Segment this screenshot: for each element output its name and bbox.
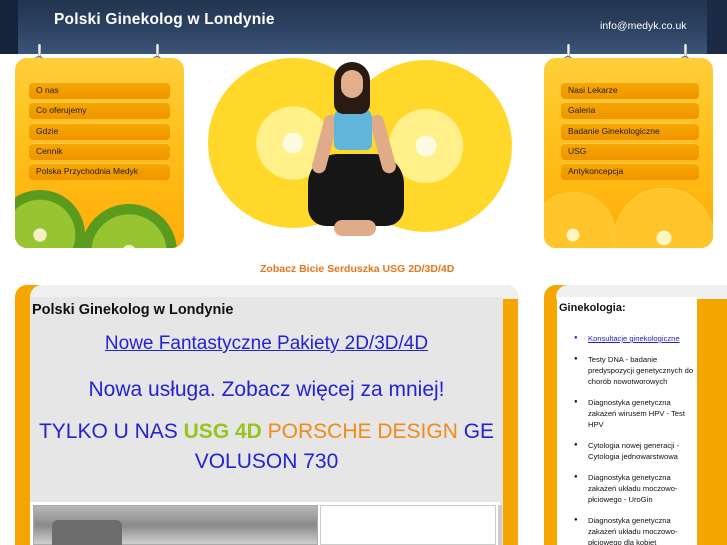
orange-image	[544, 192, 616, 248]
left-menu-panel: O nas Co oferujemy Gdzie Cennik Polska P…	[15, 58, 184, 248]
hero-caption-link[interactable]: Zobacz Bicie Serduszka USG 2D/3D/4D	[260, 263, 454, 275]
thumbnail-blank	[320, 505, 496, 545]
menu-item-badanie[interactable]: Badanie Ginekologiczne	[561, 122, 699, 140]
sidebar-item-urogin[interactable]: Diagnostyka genetyczna zakażeń układu mo…	[570, 472, 700, 505]
sidebar-title: Ginekologia:	[559, 302, 626, 314]
sidebar-item-cytologia[interactable]: Cytologia nowej generacji - Cytologia je…	[570, 440, 700, 462]
menu-item-cennik[interactable]: Cennik	[29, 142, 170, 160]
menu-item-gdzie[interactable]: Gdzie	[29, 122, 170, 140]
sidebar-item-konsultacje[interactable]: Konsultacje ginekologiczne	[570, 333, 700, 344]
promo-porsche: PORSCHE DESIGN	[261, 420, 458, 443]
sidebar-item-testy-dna[interactable]: Testy DNA - badanie predyspozycji genety…	[570, 354, 700, 387]
menu-item-lekarze[interactable]: Nasi Lekarze	[561, 82, 699, 99]
page-title: Polski Ginekolog w Londynie	[32, 302, 234, 318]
orange-image	[614, 188, 713, 248]
ultrasound-photo[interactable]	[33, 505, 318, 545]
thumbnail-edge	[498, 505, 502, 545]
menu-item-o-nas[interactable]: O nas	[29, 82, 170, 99]
menu-item-usg[interactable]: USG	[561, 142, 699, 160]
promo-usg4d: USG 4D	[183, 420, 262, 443]
kiwi-image	[81, 204, 177, 248]
packages-link[interactable]: Nowe Fantastyczne Pakiety 2D/3D/4D	[0, 333, 533, 355]
header-email[interactable]: info@medyk.co.uk	[600, 20, 687, 32]
usg-promo-text: TYLKO U NAS USG 4D PORSCHE DESIGN GE VOL…	[30, 417, 503, 477]
right-menu: Nasi Lekarze Galeria Badanie Ginekologic…	[561, 82, 699, 183]
kiwi-image	[15, 190, 85, 248]
woman-figure	[298, 62, 418, 252]
site-header: Polski Ginekolog w Londynie info@medyk.c…	[0, 0, 727, 54]
menu-item-galeria[interactable]: Galeria	[561, 102, 699, 120]
sidebar-list: Konsultacje ginekologiczne Testy DNA - b…	[570, 333, 700, 545]
right-menu-panel: Nasi Lekarze Galeria Badanie Ginekologic…	[544, 58, 713, 248]
promo-part1: TYLKO U NAS	[38, 420, 184, 443]
left-menu: O nas Co oferujemy Gdzie Cennik Polska P…	[29, 82, 170, 183]
new-service-text: Nowa usługa. Zobacz więcej za mniej!	[88, 378, 445, 401]
sidebar-item-kobiet[interactable]: Diagnostyka genetyczna zakażeń układu mo…	[570, 515, 700, 545]
menu-item-co-oferujemy[interactable]: Co oferujemy	[29, 102, 170, 120]
hero-image	[200, 58, 530, 258]
sidebar-item-hpv[interactable]: Diagnostyka genetyczna zakażeń wirusem H…	[570, 397, 700, 430]
menu-item-antykoncepcja[interactable]: Antykoncepcja	[561, 163, 699, 181]
site-title[interactable]: Polski Ginekolog w Londynie	[54, 11, 275, 29]
menu-item-przychodnia[interactable]: Polska Przychodnia Medyk	[29, 163, 170, 181]
